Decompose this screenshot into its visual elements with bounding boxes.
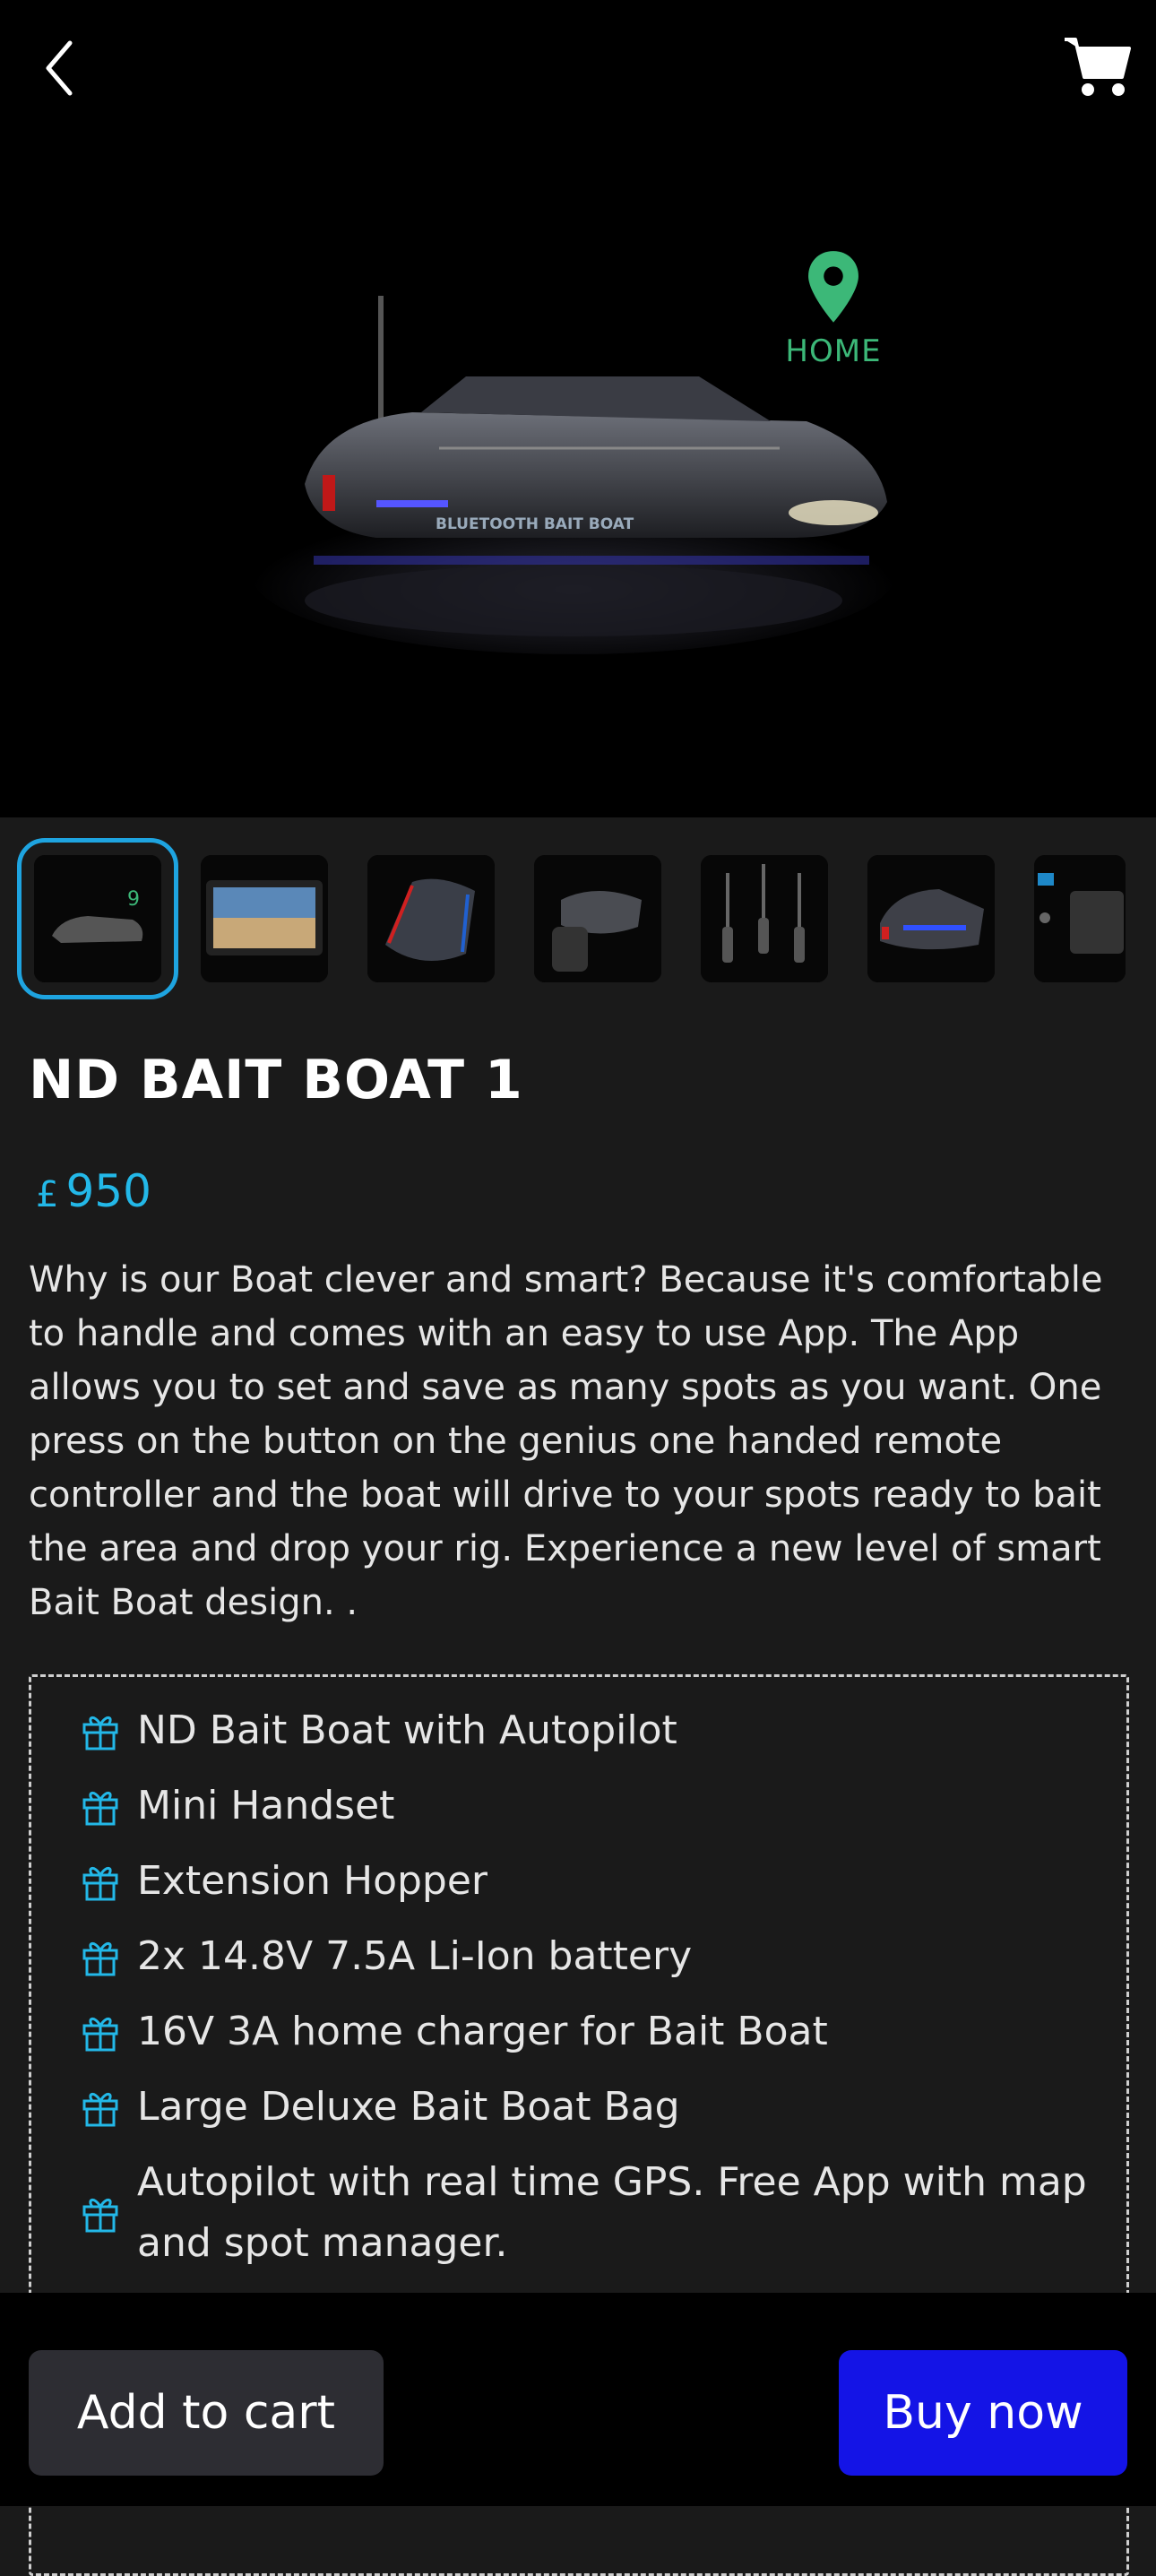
- included-item: 2x 14.8V 7.5A Li-Ion battery: [80, 1926, 1101, 1987]
- gift-icon: [82, 1792, 118, 1826]
- home-marker: HOME: [780, 249, 887, 369]
- thumbnail-accessories[interactable]: [1034, 855, 1126, 982]
- boat-label-text: BLUETOOTH BAIT BOAT: [436, 515, 634, 533]
- price-currency: £: [36, 1174, 59, 1215]
- product-price: £950: [36, 1165, 151, 1217]
- svg-text:9: 9: [127, 888, 140, 911]
- map-pin-icon: [808, 251, 858, 323]
- included-item: 16V 3A home charger for Bait Boat: [80, 2001, 1101, 2062]
- home-label: HOME: [785, 333, 882, 369]
- buy-now-button[interactable]: Buy now: [839, 2350, 1127, 2476]
- back-button[interactable]: [36, 32, 90, 104]
- gift-icon: [82, 1867, 118, 1901]
- included-item-label: 2x 14.8V 7.5A Li-Ion battery: [137, 1933, 693, 1979]
- price-value: 950: [65, 1165, 151, 1217]
- included-item: Mini Handset: [80, 1776, 1101, 1837]
- thumbnail-boat-lights[interactable]: [867, 855, 995, 982]
- product-description: Why is our Boat clever and smart? Becaus…: [29, 1259, 1103, 1623]
- gift-icon: [82, 2093, 118, 2127]
- thumbnail-boat[interactable]: 9: [17, 838, 178, 999]
- gift-icon: [82, 1942, 118, 1976]
- gift-icon: [82, 1716, 118, 1750]
- thumbnail-rods[interactable]: [701, 855, 828, 982]
- bottom-action-bar: Add to cart Buy now: [0, 2293, 1156, 2506]
- included-item: Large Deluxe Bait Boat Bag: [80, 2077, 1101, 2138]
- included-item-label: Mini Handset: [137, 1783, 395, 1828]
- included-item: Autopilot with real time GPS. Free App w…: [80, 2152, 1101, 2274]
- included-item-label: Autopilot with real time GPS. Free App w…: [137, 2159, 1087, 2266]
- thumbnail-boat-top[interactable]: [367, 855, 495, 982]
- included-item: ND Bait Boat with Autopilot: [80, 1700, 1101, 1761]
- included-item-label: Large Deluxe Bait Boat Bag: [137, 2084, 680, 2130]
- product-hero-image: BLUETOOTH BAIT BOAT HOME: [0, 0, 1156, 817]
- boat-image: BLUETOOTH BAIT BOAT: [0, 0, 1156, 817]
- thumbnail-boat-handset[interactable]: [534, 855, 661, 982]
- chevron-left-icon: [46, 40, 73, 96]
- included-item: Extension Hopper: [80, 1851, 1101, 1912]
- product-title: ND BAIT BOAT 1: [29, 1049, 523, 1111]
- cart-button[interactable]: [1061, 32, 1133, 104]
- cart-icon: [1065, 38, 1131, 96]
- add-to-cart-button[interactable]: Add to cart: [29, 2350, 384, 2476]
- gift-icon: [82, 2018, 118, 2052]
- gift-icon: [82, 2199, 118, 2233]
- included-item-label: ND Bait Boat with Autopilot: [137, 1707, 677, 1753]
- included-item-label: 16V 3A home charger for Bait Boat: [137, 2009, 828, 2054]
- thumbnail-strip[interactable]: 9: [0, 817, 1156, 1025]
- thumbnail-phone-app[interactable]: [201, 855, 328, 982]
- included-item-label: Extension Hopper: [137, 1858, 488, 1904]
